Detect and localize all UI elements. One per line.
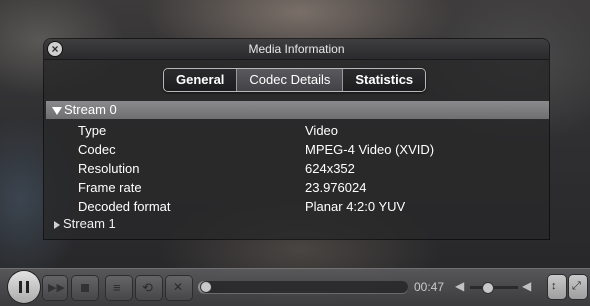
window-title: Media Information [248,42,345,56]
property-row-codec: Codec MPEG-4 Video (XVID) [44,140,549,159]
stream-1-header[interactable]: Stream 1 [46,214,116,233]
timeline-knob[interactable] [199,281,212,293]
property-key: Type [78,123,107,138]
property-key: Decoded format [78,199,171,214]
timeline-slider[interactable] [198,281,408,293]
disclosure-collapsed-icon[interactable] [54,220,60,229]
shuffle-button[interactable]: ✕ [166,276,192,300]
fullscreen-button[interactable]: ⤢ [569,275,587,299]
volume-max-icon: ◀ [522,279,532,293]
property-value: Video [305,123,339,138]
shuffle-icon: ✕ [173,280,184,294]
property-row-type: Type Video [44,121,549,140]
stream-0-label: Stream 0 [64,102,117,117]
pause-icon [19,281,22,293]
property-value: 624x352 [305,161,355,176]
playback-controller: ▶▶ ≡ ⟲ ✕ 00:47 ◀ ◀ ↕ ⤢ [0,268,590,306]
stop-icon [81,284,89,292]
property-row-decoded-format: Decoded format Planar 4:2:0 YUV [44,197,549,216]
property-value: Planar 4:2:0 YUV [305,199,406,214]
fullscreen-icon: ⤢ [572,280,581,292]
property-value: 23.976024 [305,180,367,195]
tab-statistics[interactable]: Statistics [343,69,426,91]
playlist-button[interactable]: ≡ [106,276,132,300]
property-row-resolution: Resolution 624x352 [44,159,549,178]
property-key: Resolution [78,161,140,176]
volume-slider[interactable] [470,282,518,294]
equalizer-icon: ↕ [551,280,557,292]
property-value: MPEG-4 Video (XVID) [305,142,435,157]
property-key: Codec [78,142,116,157]
playlist-icon: ≡ [113,280,121,295]
property-key: Frame rate [78,180,142,195]
fast-forward-button[interactable]: ▶▶ [43,276,67,300]
tab-bar: General Codec Details Statistics [163,68,427,92]
stop-button[interactable] [72,276,98,300]
repeat-icon: ⟲ [142,280,153,295]
title-bar[interactable]: × Media Information [44,39,549,60]
stream-0-header[interactable]: Stream 0 [46,101,549,119]
time-display: 00:47 [414,280,445,294]
repeat-button[interactable]: ⟲ [136,276,162,300]
equalizer-button[interactable]: ↕ [548,275,566,299]
tab-general[interactable]: General [164,69,238,91]
stream-1-label: Stream 1 [63,216,116,231]
volume-icon: ◀ [455,279,465,293]
property-row-frame-rate: Frame rate 23.976024 [44,178,549,197]
fast-forward-icon: ▶▶ [48,282,65,294]
tab-codec-details[interactable]: Codec Details [237,69,344,91]
disclosure-expanded-icon[interactable] [52,106,62,115]
pause-icon-bar [26,281,29,293]
volume-knob[interactable] [481,282,494,294]
media-information-panel: × Media Information General Codec Detail… [44,39,549,239]
pause-button[interactable] [8,271,40,303]
